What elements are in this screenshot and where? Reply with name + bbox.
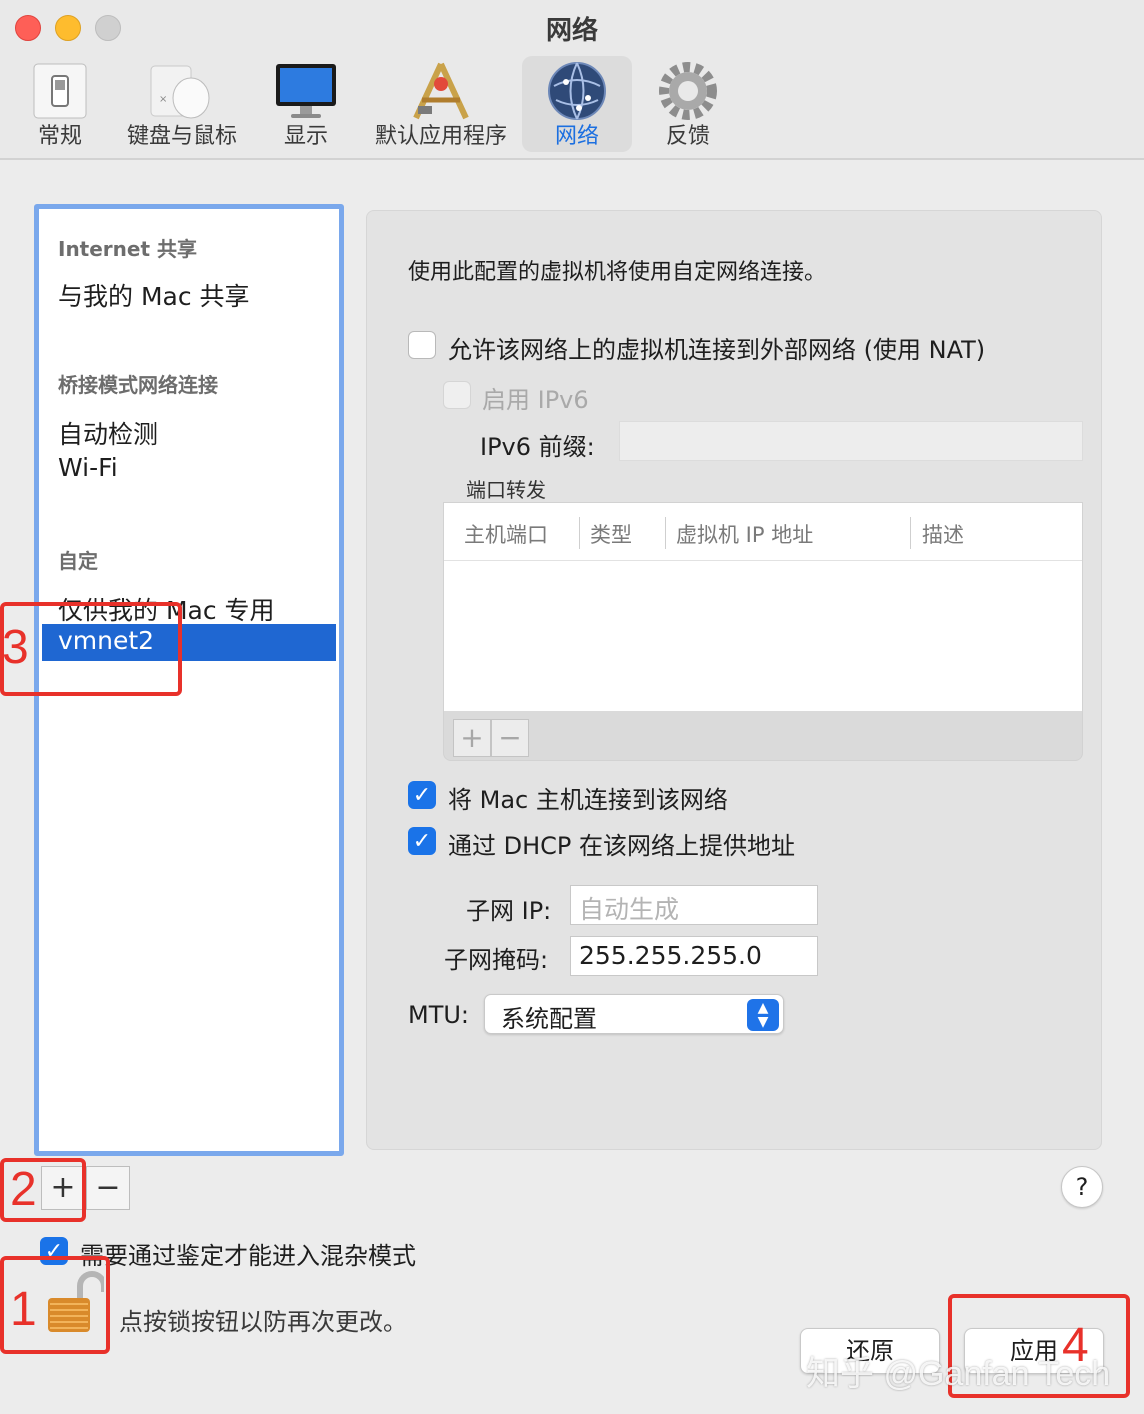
subnet-mask-field[interactable]: 255.255.255.0 — [570, 936, 818, 976]
mtu-value: 系统配置 — [501, 1005, 597, 1033]
nat-checkbox[interactable] — [408, 331, 436, 359]
port-forwarding-table[interactable]: 主机端口 类型 虚拟机 IP 地址 描述 — [443, 502, 1083, 712]
toolbar-item-general[interactable]: 常规 — [20, 56, 100, 152]
table-toolbar — [443, 711, 1083, 761]
toolbar-label: 网络 — [554, 124, 599, 149]
connect-host-label: 将 Mac 主机连接到该网络 — [448, 786, 728, 814]
toolbar-label: 键盘与鼠标 — [126, 124, 237, 149]
remove-network-button[interactable]: − — [86, 1166, 130, 1210]
column-divider — [665, 517, 666, 549]
subnet-ip-field[interactable]: 自动生成 — [570, 885, 818, 925]
toolbar-label: 默认应用程序 — [374, 124, 507, 149]
toolbar-item-display[interactable]: 显示 — [264, 56, 348, 152]
column-host-port[interactable]: 主机端口 — [464, 519, 548, 549]
connect-host-checkbox[interactable]: ✓ — [408, 781, 436, 809]
switch-icon — [33, 63, 87, 119]
lock-hint-text: 点按锁按钮以防再次更改。 — [119, 1308, 407, 1336]
annotation-number-1: 1 — [10, 1283, 37, 1336]
sidebar-item-wifi[interactable]: Wi-Fi — [58, 453, 118, 482]
ipv6-checkbox[interactable] — [443, 381, 471, 409]
nat-label: 允许该网络上的虚拟机连接到外部网络 (使用 NAT) — [448, 336, 986, 364]
toolbar-item-default-apps[interactable]: 默认应用程序 — [370, 56, 512, 152]
column-divider — [910, 517, 911, 549]
help-button[interactable]: ? — [1061, 1166, 1103, 1208]
sidebar-item-share-with-mac[interactable]: 与我的 Mac 共享 — [58, 277, 250, 313]
toolbar-item-keyboard-mouse[interactable]: × 键盘与鼠标 — [122, 56, 242, 152]
description-text: 使用此配置的虚拟机将使用自定网络连接。 — [408, 260, 827, 285]
mtu-select[interactable]: 系统配置 ▲ ▼ — [484, 994, 784, 1034]
mtu-label: MTU: — [408, 1001, 470, 1029]
watermark: 知乎 @Ganfan Tech — [806, 1355, 1111, 1393]
updown-chevron-icon: ▲ ▼ — [747, 999, 779, 1031]
column-divider — [579, 517, 580, 549]
subnet-ip-label: 子网 IP: — [466, 897, 552, 925]
dhcp-checkbox[interactable]: ✓ — [408, 827, 436, 855]
section-header-bridged: 桥接模式网络连接 — [58, 373, 218, 397]
ipv6-prefix-label: IPv6 前缀: — [480, 433, 595, 461]
promisc-label: 需要通过鉴定才能进入混杂模式 — [80, 1242, 416, 1270]
subnet-mask-label: 子网掩码: — [444, 946, 549, 974]
section-header-internet-sharing: Internet 共享 — [58, 237, 197, 261]
annotation-number-3: 3 — [2, 621, 29, 674]
svg-text:×: × — [159, 94, 167, 105]
window-title: 网络 — [545, 16, 598, 46]
ipv6-prefix-field[interactable] — [619, 421, 1083, 461]
column-vm-ip[interactable]: 虚拟机 IP 地址 — [676, 519, 813, 549]
ipv6-label: 启用 IPv6 — [482, 386, 589, 414]
remove-port-forward-button[interactable]: − — [491, 719, 529, 757]
column-description[interactable]: 描述 — [922, 519, 964, 549]
toolbar-label: 显示 — [283, 124, 328, 149]
annotation-number-2: 2 — [10, 1163, 37, 1216]
mouse-icon: × — [150, 65, 210, 119]
globe-icon — [548, 62, 606, 120]
dhcp-label: 通过 DHCP 在该网络上提供地址 — [448, 832, 796, 860]
section-header-custom: 自定 — [58, 549, 98, 573]
gear-icon — [659, 62, 717, 120]
add-port-forward-button[interactable]: + — [453, 719, 491, 757]
toolbar-label: 常规 — [37, 124, 82, 149]
port-forwarding-title: 端口转发 — [466, 478, 546, 502]
toolbar-item-feedback[interactable]: 反馈 — [646, 56, 730, 152]
app-tools-icon — [413, 62, 469, 120]
sidebar-item-autodetect[interactable]: 自动检测 — [58, 415, 158, 451]
display-icon — [276, 64, 336, 118]
column-type[interactable]: 类型 — [590, 519, 632, 549]
toolbar-item-network[interactable]: 网络 — [522, 56, 632, 152]
toolbar-label: 反馈 — [665, 124, 710, 149]
